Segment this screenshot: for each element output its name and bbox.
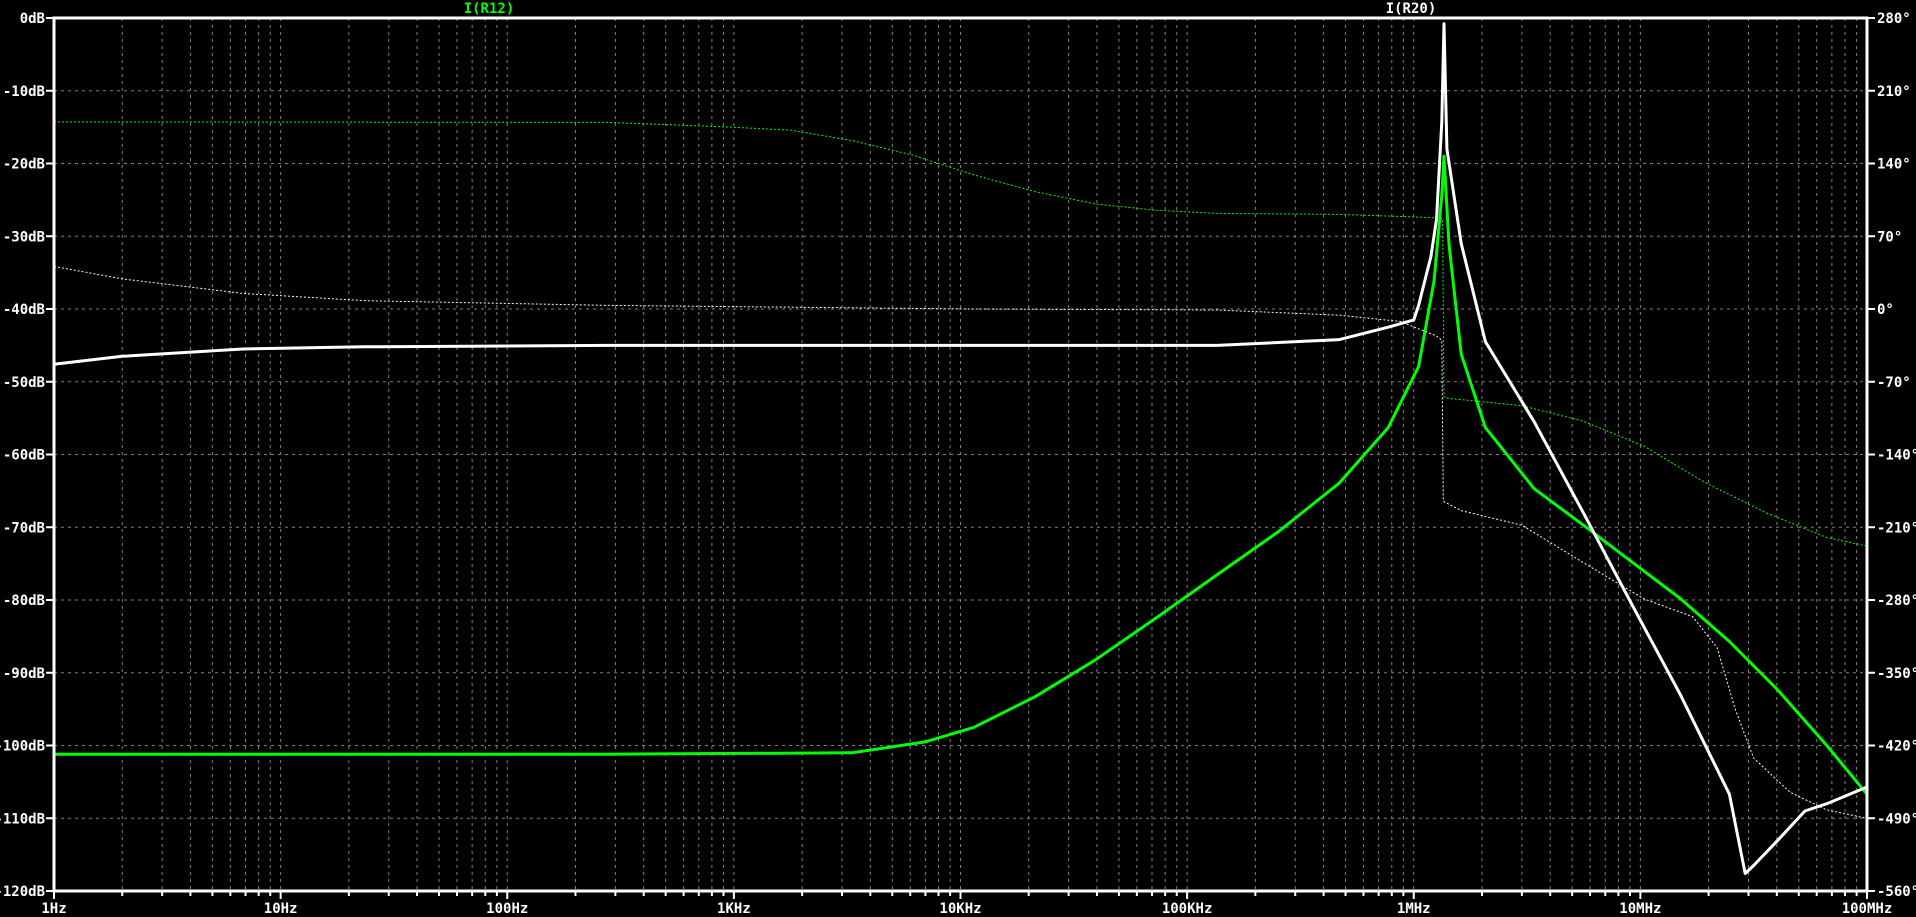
y-right-tick-label: 210° xyxy=(1877,84,1911,100)
axis-labels: 0dB 280° -10dB 210° -20dB 140° -30dB 70° -40dB 0°… xyxy=(0,11,1916,917)
y-left-tick-label: -120dB xyxy=(0,884,45,900)
y-left-tick-label: -20dB xyxy=(3,157,45,173)
y-left-tick-label: -60dB xyxy=(3,448,45,464)
x-tick-label: 1KHz xyxy=(717,901,751,917)
y-right-tick-label: -280° xyxy=(1877,593,1916,609)
y-left-tick-label: -90dB xyxy=(3,666,45,682)
trace-legend[interactable]: I(R12) I(R20) xyxy=(464,1,1437,17)
bode-plot: 0dB 280° -10dB 210° -20dB 140° -30dB 70° -40dB 0°… xyxy=(0,1,1916,917)
y-left-tick-label: -40dB xyxy=(3,302,45,318)
y-right-tick-label: -140° xyxy=(1877,448,1916,464)
x-tick-label: 10KHz xyxy=(939,901,981,917)
y-left-tick-label: -70dB xyxy=(3,520,45,536)
y-right-tick-label: -350° xyxy=(1877,666,1916,682)
legend-label-ir20[interactable]: I(R20) xyxy=(1386,1,1437,17)
y-right-tick-label: -210° xyxy=(1877,520,1916,536)
y-right-tick-label: -560° xyxy=(1877,884,1916,900)
x-tick-label: 10Hz xyxy=(264,901,298,917)
y-left-tick-label: -80dB xyxy=(3,593,45,609)
y-right-tick-label: 140° xyxy=(1877,157,1911,173)
y-right-tick-label: 0° xyxy=(1877,302,1894,318)
y-left-tick-label: -50dB xyxy=(3,375,45,391)
x-tick-label: 1MHz xyxy=(1397,901,1431,917)
y-left-tick-label: -10dB xyxy=(3,84,45,100)
y-left-tick-label: 0dB xyxy=(20,11,45,27)
x-tick-label: 10MHz xyxy=(1619,901,1661,917)
x-tick-label: 100Hz xyxy=(486,901,528,917)
y-right-tick-label: -420° xyxy=(1877,739,1916,755)
y-left-tick-label: -110dB xyxy=(0,811,45,827)
y-right-tick-label: -70° xyxy=(1877,375,1911,391)
axes xyxy=(46,16,1875,899)
y-right-tick-label: 70° xyxy=(1877,229,1902,245)
legend-label-ir12[interactable]: I(R12) xyxy=(464,1,515,17)
x-tick-label: 1Hz xyxy=(41,901,66,917)
x-tick-label: 100MHz xyxy=(1842,901,1893,917)
grid xyxy=(54,18,1867,891)
x-tick-label: 100KHz xyxy=(1162,901,1213,917)
y-left-tick-label: -30dB xyxy=(3,229,45,245)
y-right-tick-label: 280° xyxy=(1877,11,1911,27)
y-left-tick-label: -100dB xyxy=(0,739,45,755)
y-right-tick-label: -490° xyxy=(1877,811,1916,827)
